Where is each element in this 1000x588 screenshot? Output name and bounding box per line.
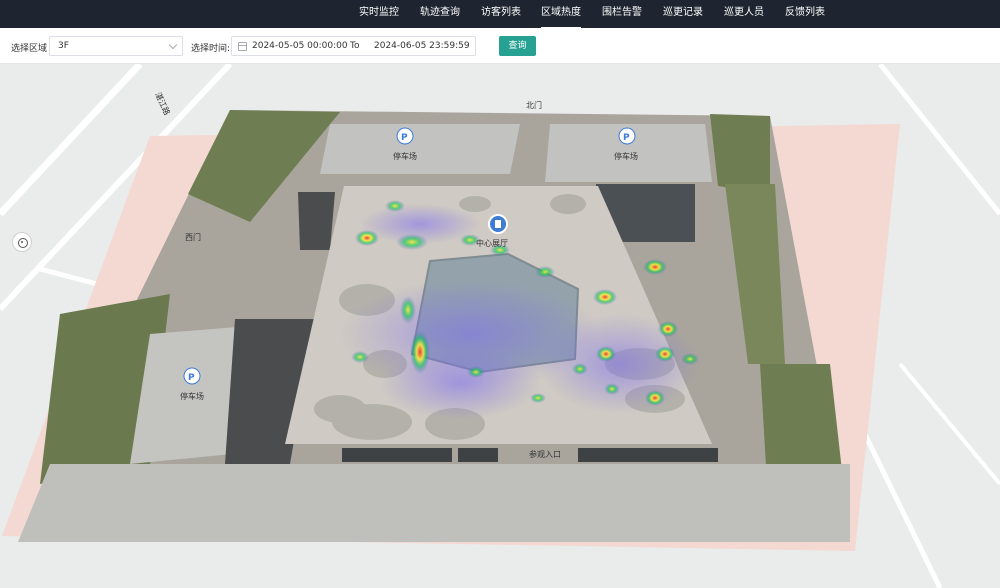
chevron-down-icon — [168, 40, 178, 50]
heat-map-view[interactable]: 湛江路 北门 西门 参观入口 中心展厅 P 停车场 P 停车场 P 停车场 — [0, 64, 1000, 588]
filter-bar: 选择区域 3F 选择时间: 2024-05-05 00:00:00 To 202… — [0, 28, 1000, 64]
tab-patrol-staff[interactable]: 巡更人员 — [724, 0, 764, 28]
parking-label: 停车场 — [393, 151, 417, 161]
top-nav-bar: 实时监控 轨迹查询 访客列表 区域热度 围栏告警 巡更记录 巡更人员 反馈列表 — [0, 0, 1000, 28]
area-select[interactable]: 3F — [49, 36, 183, 56]
tab-patrol-records[interactable]: 巡更记录 — [663, 0, 703, 28]
date-separator: To — [350, 41, 360, 51]
tab-track-query[interactable]: 轨迹查询 — [420, 0, 460, 28]
locate-icon[interactable] — [12, 232, 32, 252]
tab-fence-alarm[interactable]: 围栏告警 — [602, 0, 642, 28]
area-label: 选择区域 — [11, 44, 48, 54]
start-date-input[interactable]: 2024-05-05 00:00:00 — [252, 41, 348, 51]
building-marker[interactable] — [488, 214, 508, 234]
time-label: 选择时间: — [191, 44, 231, 54]
date-range-picker[interactable]: 2024-05-05 00:00:00 To 2024-06-05 23:59:… — [231, 36, 476, 56]
parking-label: 停车场 — [614, 151, 638, 161]
tab-area-heat[interactable]: 区域热度 — [541, 0, 581, 28]
parking-icon: P — [188, 373, 195, 383]
tab-visitor-list[interactable]: 访客列表 — [481, 0, 521, 28]
end-date-input[interactable]: 2024-06-05 23:59:59 — [374, 41, 470, 51]
parking-icon: P — [401, 133, 408, 143]
parking-label: 停车场 — [180, 391, 204, 401]
west-gate-label: 西门 — [185, 232, 201, 242]
calendar-icon — [238, 42, 247, 51]
tab-realtime-monitor[interactable]: 实时监控 — [359, 0, 399, 28]
map-canvas[interactable]: 湛江路 北门 西门 参观入口 中心展厅 P 停车场 P 停车场 P 停车场 — [0, 64, 1000, 588]
area-select-value: 3F — [58, 41, 69, 51]
visitor-entrance-label: 参观入口 — [529, 449, 561, 459]
north-gate-label: 北门 — [526, 100, 542, 110]
tab-feedback-list[interactable]: 反馈列表 — [785, 0, 825, 28]
parking-icon: P — [623, 133, 630, 143]
query-button[interactable]: 查询 — [499, 36, 536, 56]
building-label: 中心展厅 — [476, 238, 508, 248]
